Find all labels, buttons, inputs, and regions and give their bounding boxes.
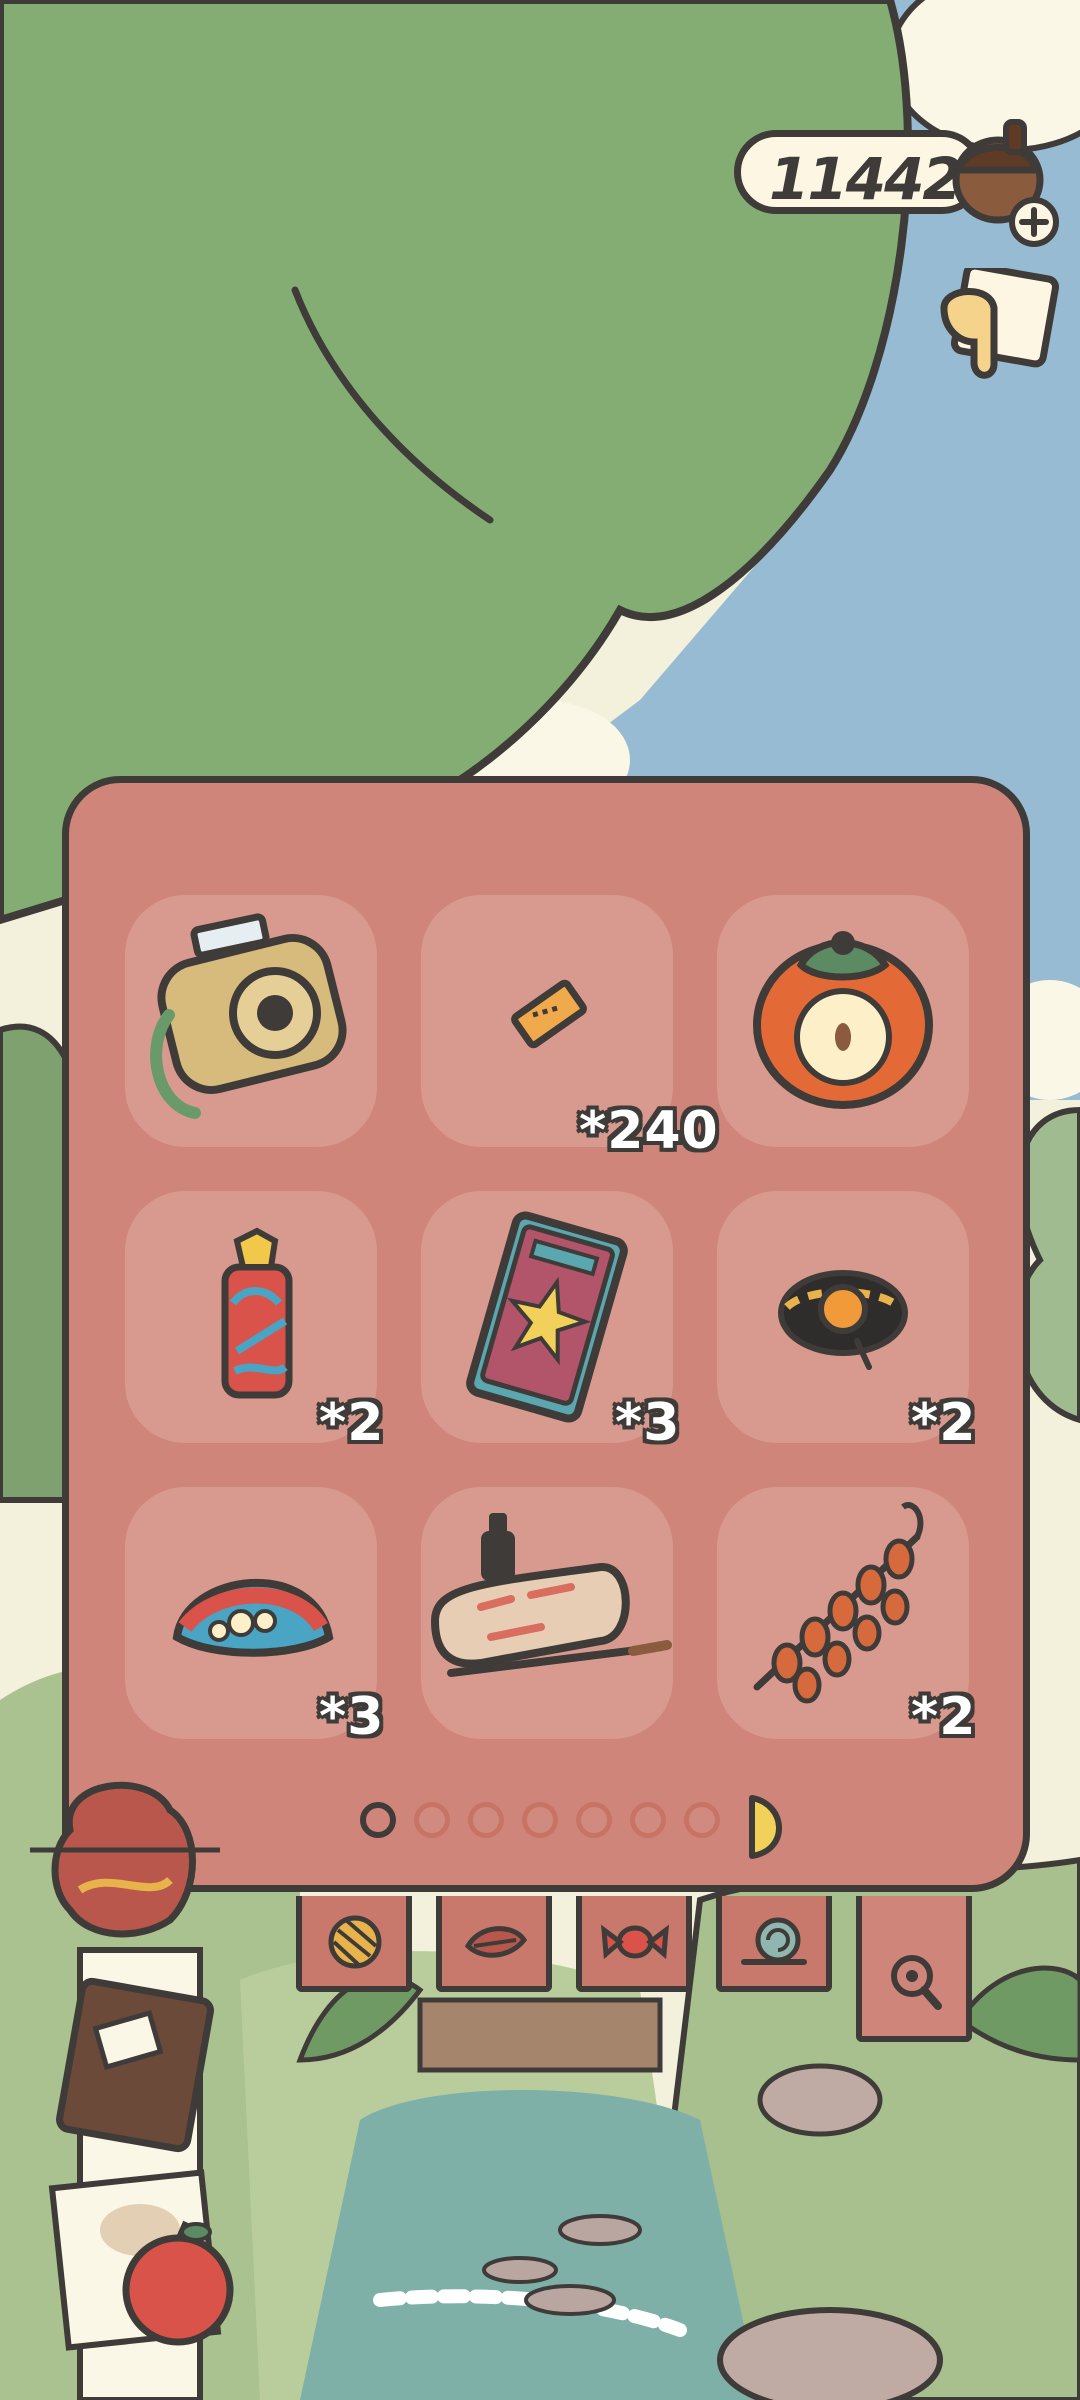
page-dot[interactable] [684, 1802, 720, 1838]
inventory-slot-scroll[interactable] [421, 1487, 673, 1739]
page-dot[interactable] [576, 1802, 612, 1838]
acorn-icon[interactable] [936, 110, 1066, 250]
persimmon-icon [753, 931, 933, 1109]
page-dot[interactable] [630, 1802, 666, 1838]
game-scene: 114420 *240 *2 *3 *2 *3 *2 [0, 0, 1080, 2400]
tab-snail[interactable] [716, 1896, 832, 1992]
page-dot-active[interactable] [360, 1802, 396, 1838]
page-dot[interactable] [414, 1802, 450, 1838]
magnifier-icon [891, 1955, 942, 2010]
item-quantity: *2 [319, 1393, 385, 1453]
page-dot[interactable] [468, 1802, 504, 1838]
candy-icon [601, 1924, 669, 1960]
item-quantity: *3 [319, 1687, 385, 1747]
page-dot[interactable] [522, 1802, 558, 1838]
sack-icon [51, 1781, 196, 1938]
tab-candy[interactable] [576, 1896, 692, 1992]
inventory-slot-camera[interactable] [125, 895, 377, 1147]
notebook-icon [56, 1977, 214, 2153]
tab-yarn[interactable] [296, 1896, 412, 1992]
scroll-and-ink-icon [430, 1513, 672, 1677]
leaf-icon [464, 1926, 528, 1958]
yarn-ball-icon [328, 1915, 382, 1969]
item-quantity: *240 [579, 1101, 719, 1161]
instant-camera-icon [150, 913, 347, 1119]
inventory-slot-persimmon[interactable] [717, 895, 969, 1147]
side-item-stack [30, 1781, 234, 2400]
tab-search[interactable] [856, 1896, 972, 2042]
snail-icon [741, 1917, 807, 1965]
page-indicator [360, 1794, 820, 1859]
inventory-panel: *240 *2 *3 *2 *3 *2 [62, 776, 1030, 1892]
hand-pointing-icon[interactable] [930, 268, 1060, 388]
item-quantity: *2 [911, 1687, 977, 1747]
next-page-arrow-icon[interactable] [746, 1794, 792, 1860]
item-quantity: *3 [615, 1393, 681, 1453]
apple-icon [122, 2234, 234, 2346]
tab-leaf[interactable] [436, 1896, 552, 1992]
item-quantity: *2 [911, 1393, 977, 1453]
